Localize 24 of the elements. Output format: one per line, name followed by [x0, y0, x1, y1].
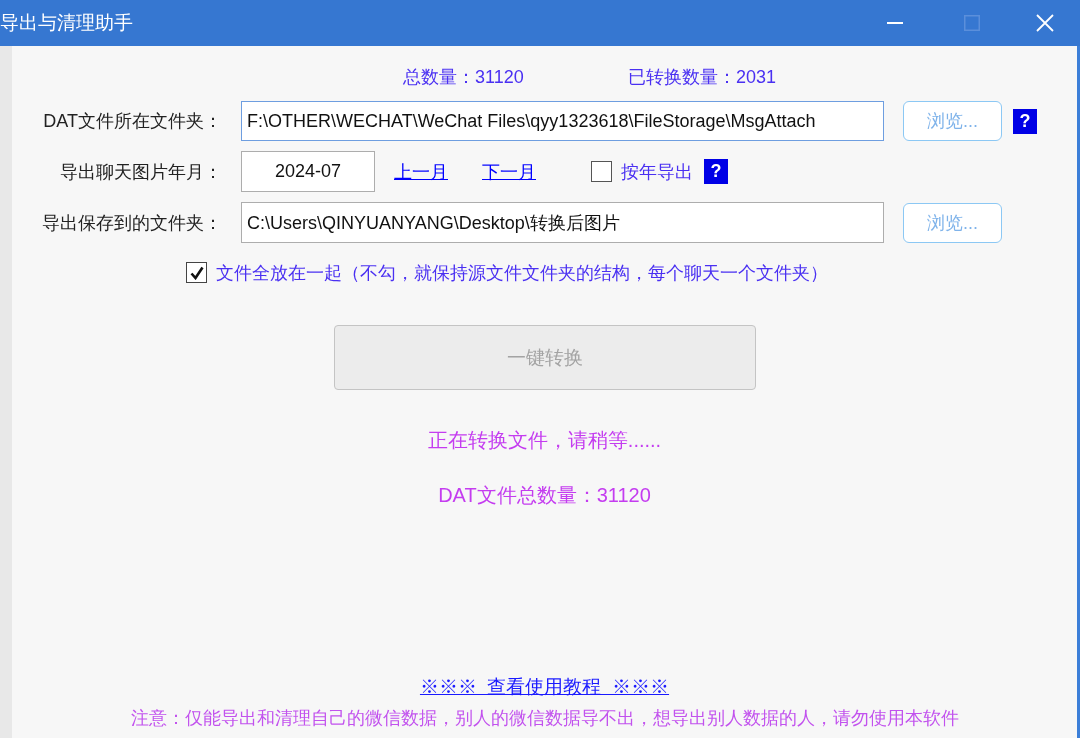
- field-label: 导出保存到的文件夹：: [41, 211, 222, 235]
- status-text: 正在转换文件，请稍等......: [427, 427, 662, 453]
- window-title: 导出与清理助手: [0, 11, 133, 35]
- checkbox-label[interactable]: 按年导出: [621, 159, 693, 184]
- previous-month-link[interactable]: 上一月: [394, 159, 448, 184]
- checkmark-icon: [189, 265, 204, 280]
- tutorial-link[interactable]: ※※※ 查看使用教程 ※※※: [419, 674, 670, 700]
- folder-field[interactable]: F:\OTHER\WECHAT\WeChat Files\qyy1323618\FileStorage\MsgAttach: [241, 101, 884, 141]
- status-text: DAT文件总数量：31120: [438, 482, 651, 508]
- checkbox[interactable]: [591, 161, 612, 182]
- checkbox-label[interactable]: 文件全放在一起（不勾，就保持源文件文件夹的结构，每个聊天一个文件夹）: [216, 260, 828, 285]
- minimize-icon[interactable]: [886, 22, 903, 24]
- month-field[interactable]: 2024-07: [241, 151, 375, 192]
- notice-text: 注意：仅能导出和清理自己的微信数据，别人的微信数据导不出，想导出别人数据的人，请勿使用本软件: [130, 707, 959, 730]
- help-button[interactable]: ?: [1013, 108, 1037, 134]
- help-button[interactable]: ?: [704, 159, 728, 184]
- folder-field[interactable]: C:\Users\QINYUANYANG\Desktop\转换后图片: [241, 202, 884, 243]
- field-label: DAT文件所在文件夹：: [42, 110, 222, 133]
- count-text: 已转换数量：2031: [628, 66, 777, 89]
- checkbox[interactable]: [186, 262, 207, 283]
- close-icon[interactable]: [1036, 14, 1054, 32]
- count-text: 总数量：31120: [403, 66, 525, 89]
- field-label: 导出聊天图片年月：: [59, 160, 222, 184]
- next-month-link[interactable]: 下一月: [482, 159, 536, 184]
